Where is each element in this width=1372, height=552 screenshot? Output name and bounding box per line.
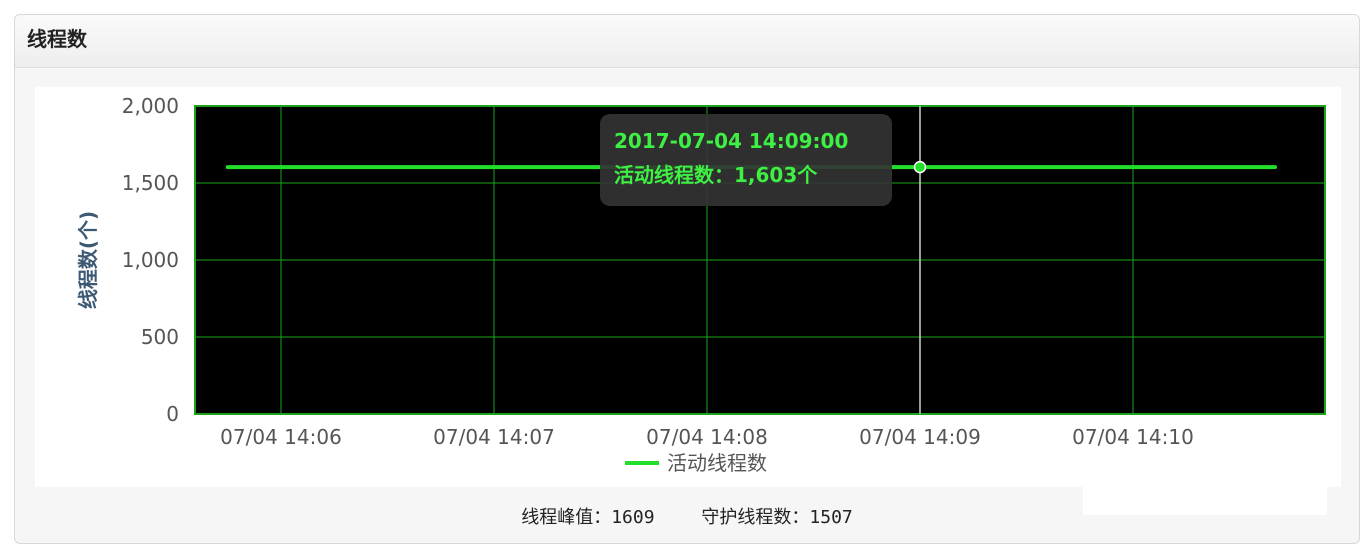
legend-label: 活动线程数 <box>667 451 767 475</box>
tooltip-time: 2017-07-04 14:09:00 <box>614 129 848 153</box>
daemon-value: 1507 <box>809 507 853 528</box>
y-axis-label: 线程数(个) <box>76 211 100 309</box>
tooltip-value: 活动线程数：1,603个 <box>614 163 818 187</box>
x-tick-label: 07/04 14:06 <box>220 425 342 449</box>
daemon-label: 守护线程数： <box>701 507 810 528</box>
daemon-stat: 守护线程数：1507 <box>701 507 852 528</box>
y-tick-label: 0 <box>166 402 179 426</box>
x-tick-label: 07/04 14:10 <box>1072 425 1194 449</box>
peak-label: 线程峰值： <box>521 507 612 528</box>
thread-count-chart[interactable]: 0 500 1,000 1,500 2,000 07/04 14:06 07/04 14:0… <box>35 87 1341 487</box>
peak-stat: 线程峰值：1609 <box>521 507 654 528</box>
footer-stats: 线程峰值：1609 守护线程数：1507 <box>15 503 1359 529</box>
panel-title: 线程数 <box>27 27 87 51</box>
panel-header: 线程数 <box>15 15 1359 68</box>
highlight-point <box>913 160 927 174</box>
chart-area: 0 500 1,000 1,500 2,000 07/04 14:06 07/04 14:0… <box>35 87 1341 487</box>
peak-value: 1609 <box>611 507 655 528</box>
x-tick-label: 07/04 14:07 <box>433 425 555 449</box>
x-tick-label: 07/04 14:08 <box>646 425 768 449</box>
y-tick-label: 2,000 <box>122 94 179 118</box>
y-tick-label: 1,000 <box>122 248 179 272</box>
y-tick-label: 1,500 <box>122 171 179 195</box>
y-tick-label: 500 <box>141 325 179 349</box>
tooltip-box <box>600 114 892 206</box>
x-tick-label: 07/04 14:09 <box>859 425 981 449</box>
thread-count-panel: 线程数 0 500 1,000 1,500 2,000 07/04 14:06 07/04 … <box>14 14 1360 544</box>
